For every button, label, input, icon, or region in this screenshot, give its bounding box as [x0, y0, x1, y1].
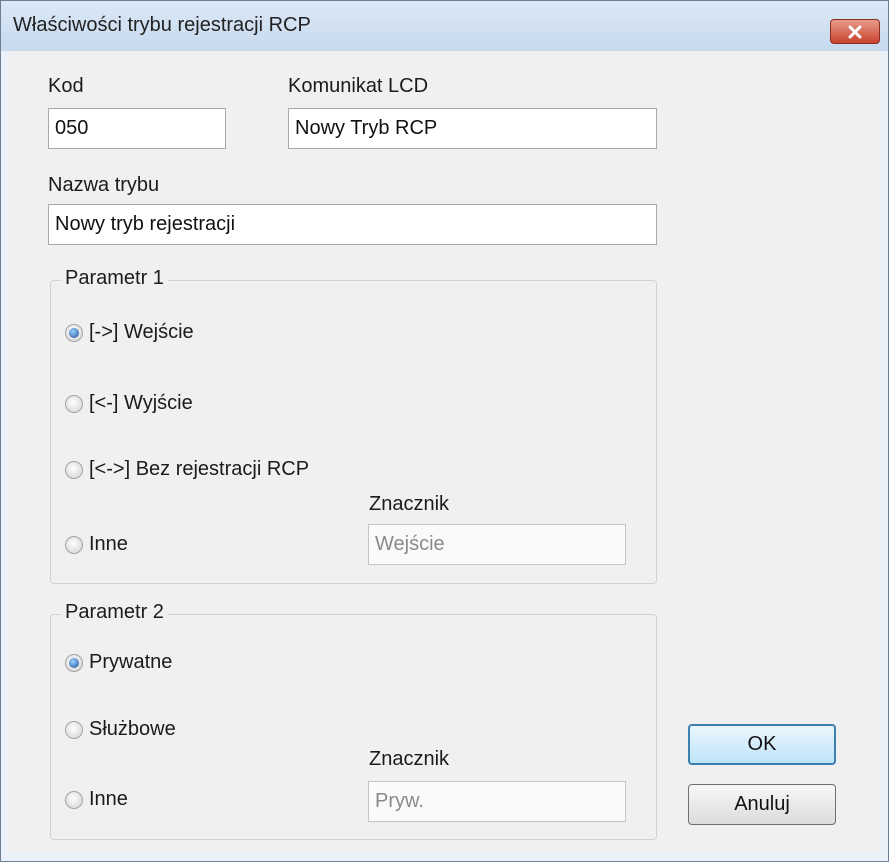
- radio-label: [->] Wejście: [89, 321, 194, 343]
- radio-wyjscie[interactable]: [<-] Wyjście: [65, 392, 193, 415]
- radio-bez-rejestracji[interactable]: [<->] Bez rejestracji RCP: [65, 458, 309, 481]
- radio-unselected-icon: [65, 535, 83, 554]
- znacznik-1-label: Znacznik: [369, 493, 450, 515]
- radio-inne-2[interactable]: Inne: [65, 788, 128, 811]
- komunikat-lcd-input[interactable]: Nowy Tryb RCP: [288, 108, 657, 149]
- nazwa-trybu-label: Nazwa trybu: [48, 174, 160, 196]
- radio-label: [<->] Bez rejestracji RCP: [89, 458, 310, 480]
- radio-unselected-icon: [65, 394, 83, 413]
- radio-wejscie[interactable]: [->] Wejście: [65, 321, 194, 344]
- znacznik-1-input[interactable]: Wejście: [368, 524, 626, 565]
- radio-label: [<-] Wyjście: [89, 392, 193, 414]
- dialog-title: Właściwości trybu rejestracji RCP: [13, 14, 311, 36]
- nazwa-trybu-input[interactable]: Nowy tryb rejestracji: [48, 204, 657, 245]
- radio-selected-icon: [65, 323, 83, 342]
- znacznik-2-input[interactable]: Pryw.: [368, 781, 626, 822]
- radio-unselected-icon: [65, 790, 83, 809]
- radio-label: Służbowe: [89, 718, 176, 740]
- ok-button[interactable]: OK: [688, 724, 836, 765]
- komunikat-lcd-label: Komunikat LCD: [288, 75, 429, 97]
- kod-label: Kod: [48, 75, 84, 97]
- close-icon: [848, 25, 862, 38]
- radio-unselected-icon: [65, 460, 83, 479]
- radio-label: Inne: [89, 533, 128, 555]
- dialog-body: Kod 050 Komunikat LCD Nowy Tryb RCP Nazw…: [9, 51, 880, 853]
- properties-dialog: Właściwości trybu rejestracji RCP Kod 05…: [0, 0, 889, 862]
- radio-selected-icon: [65, 653, 83, 672]
- znacznik-2-label: Znacznik: [369, 748, 450, 770]
- radio-label: Prywatne: [89, 651, 173, 673]
- radio-prywatne[interactable]: Prywatne: [65, 651, 172, 674]
- radio-label: Inne: [89, 788, 128, 810]
- parametr-1-title: Parametr 1: [61, 267, 168, 290]
- radio-sluzbowe[interactable]: Służbowe: [65, 718, 176, 741]
- title-bar[interactable]: Właściwości trybu rejestracji RCP: [1, 1, 888, 51]
- kod-input[interactable]: 050: [48, 108, 226, 149]
- radio-unselected-icon: [65, 720, 83, 739]
- close-button[interactable]: [830, 19, 880, 44]
- cancel-button[interactable]: Anuluj: [688, 784, 836, 825]
- parametr-2-title: Parametr 2: [61, 601, 168, 624]
- radio-inne-1[interactable]: Inne: [65, 533, 128, 556]
